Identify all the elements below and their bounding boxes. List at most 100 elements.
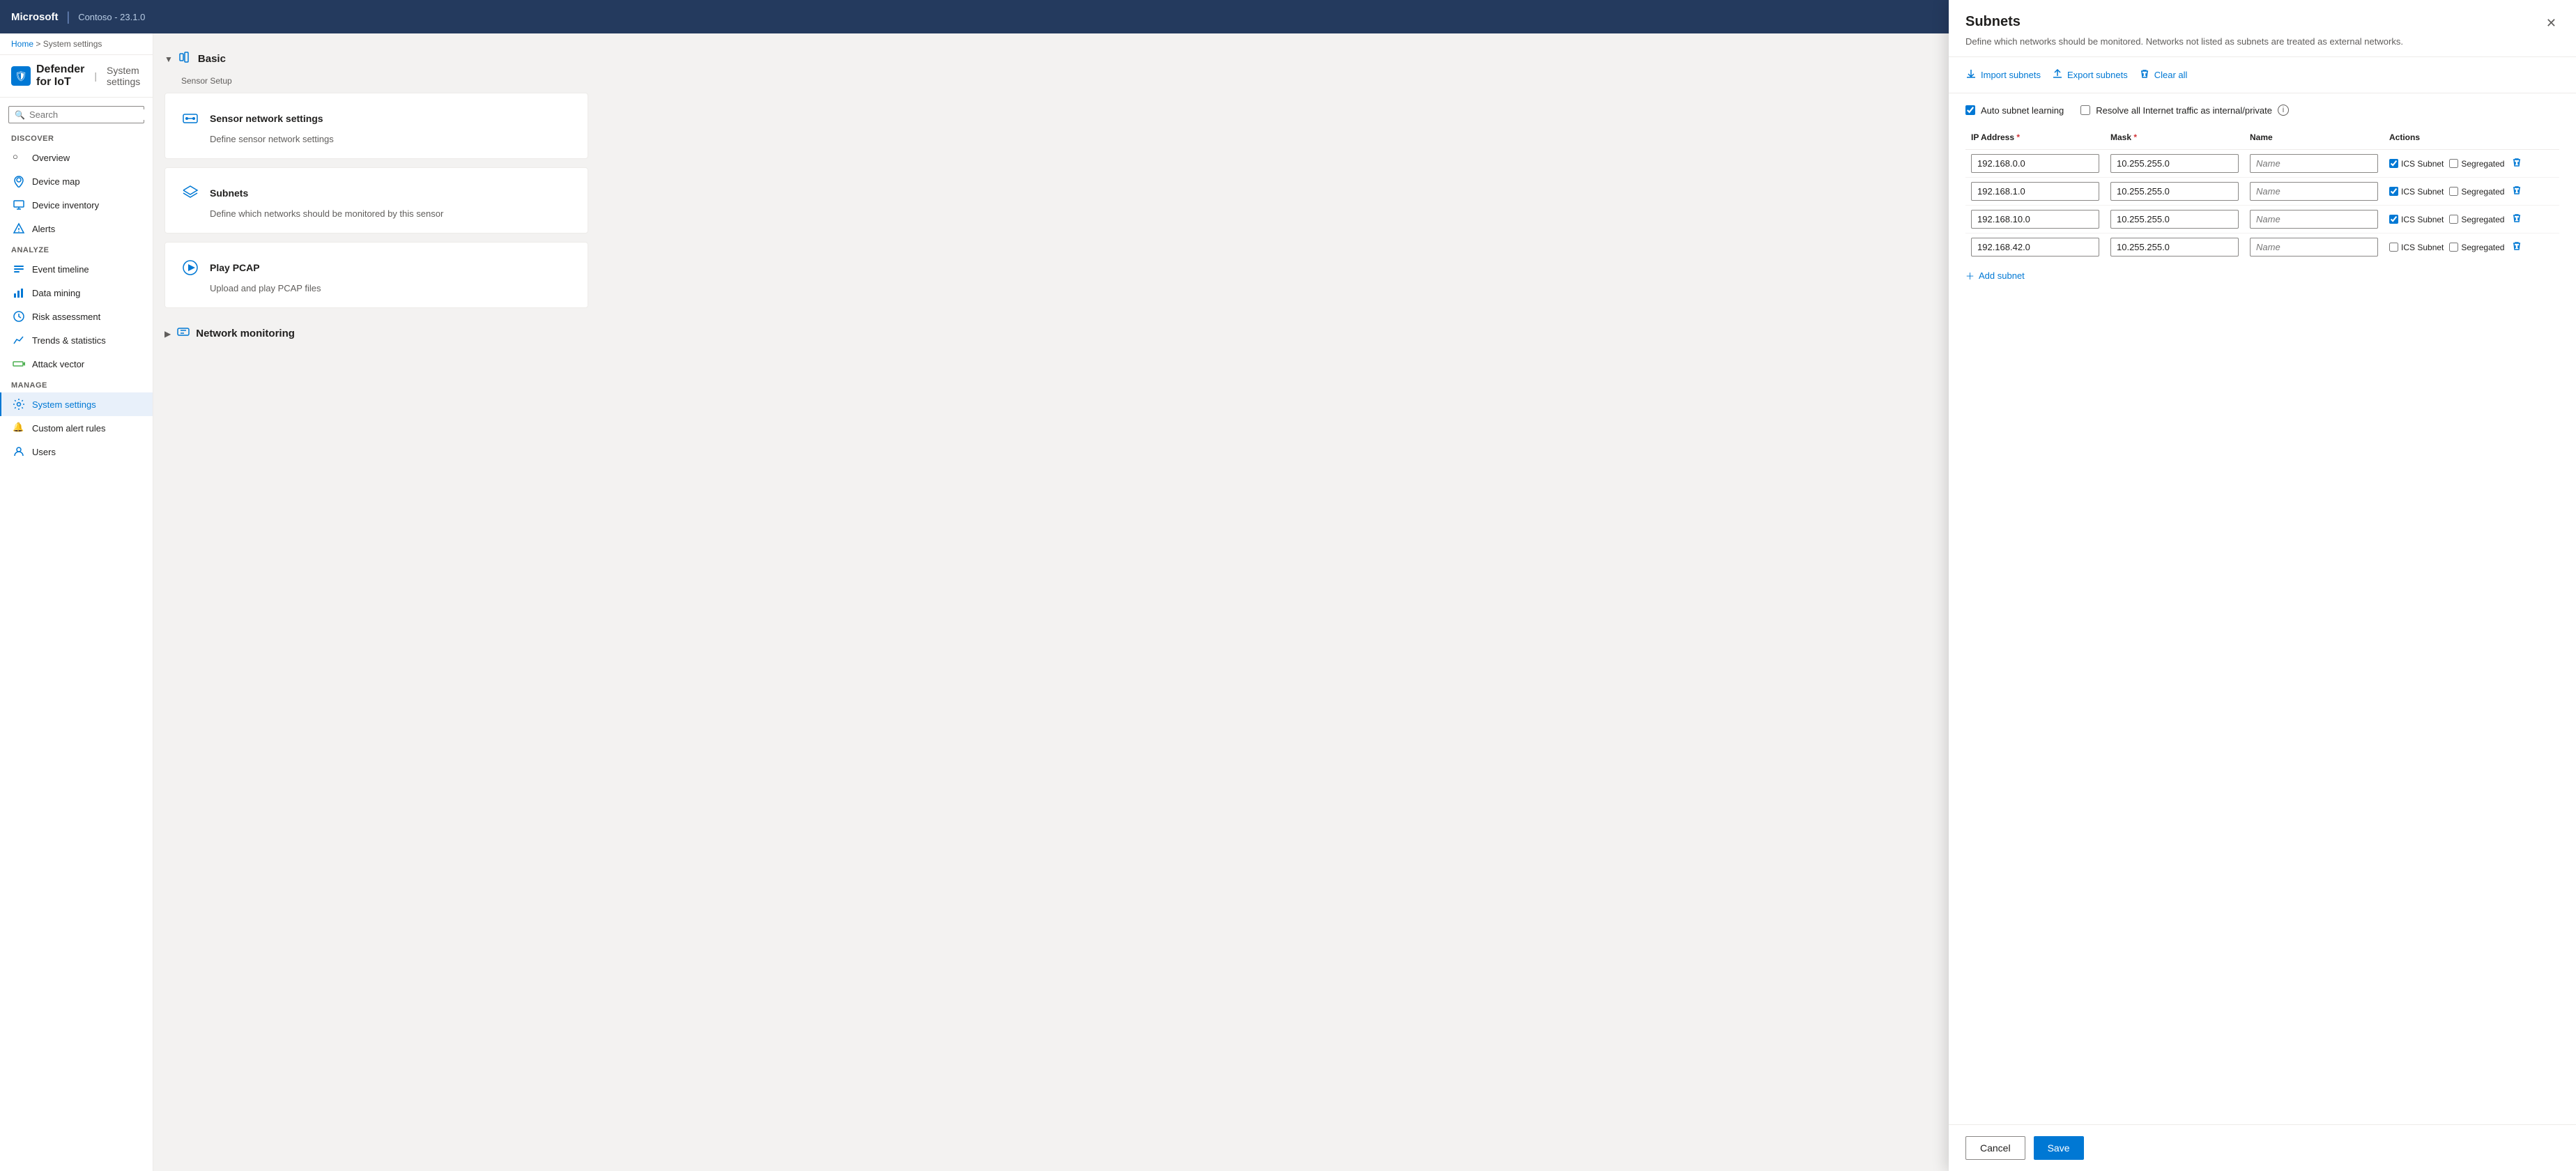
ip-input[interactable] [1971,154,2099,173]
basic-section-header[interactable]: ▼ Basic [164,45,588,76]
auto-subnet-learning-checkbox[interactable]: Auto subnet learning [1965,105,2064,116]
subnets-card[interactable]: Subnets Define which networks should be … [164,167,588,234]
sidebar-item-overview[interactable]: ○ Overview [0,146,153,169]
sidebar-item-label: Risk assessment [32,312,100,322]
resolve-internet-traffic-checkbox[interactable]: Resolve all Internet traffic as internal… [2080,105,2289,116]
panel-desc: Define which networks should be monitore… [1965,36,2559,47]
basic-section-icon [178,50,192,68]
sensor-network-settings-card[interactable]: Sensor network settings Define sensor ne… [164,93,588,159]
sidebar-item-alerts[interactable]: Alerts [0,217,153,240]
sensor-setup-label: Sensor Setup [164,76,588,93]
sidebar-item-system-settings[interactable]: System settings [0,392,153,416]
sidebar-item-data-mining[interactable]: Data mining [0,281,153,305]
search-input[interactable] [29,109,152,120]
ics-subnet-checkbox[interactable]: ICS Subnet [2389,187,2444,197]
actions-cell: ICS Subnet Segregated [2389,211,2554,228]
sidebar: Home > System settings 🛡 Defender for Io… [0,33,153,1171]
name-input[interactable] [2250,154,2378,173]
clear-all-button[interactable]: Clear all [2139,66,2188,84]
delete-row-button[interactable] [2510,155,2524,172]
segregated-checkbox[interactable]: Segregated [2449,159,2504,169]
subnets-table: IP Address Mask Name Actions ICS Subnet … [1965,127,2559,261]
import-subnets-button[interactable]: Import subnets [1965,66,2041,84]
name-input[interactable] [2250,182,2378,201]
ip-input[interactable] [1971,210,2099,229]
segregated-input[interactable] [2449,187,2458,196]
col-header-mask: Mask [2105,127,2244,150]
auto-subnet-learning-input[interactable] [1965,105,1975,115]
sidebar-item-label: Device inventory [32,200,99,211]
overview-icon: ○ [13,151,25,164]
page-title: Defender for IoT [36,63,84,89]
breadcrumb-sep: > [36,39,43,49]
sidebar-item-custom-alert-rules[interactable]: 🔔 Custom alert rules [0,416,153,440]
save-button[interactable]: Save [2034,1136,2084,1160]
mask-input[interactable] [2110,182,2239,201]
chevron-right-icon: ▶ [164,329,171,339]
export-subnets-button[interactable]: Export subnets [2052,66,2128,84]
segregated-checkbox[interactable]: Segregated [2449,215,2504,224]
play-pcap-card[interactable]: Play PCAP Upload and play PCAP files [164,242,588,308]
data-mining-icon [13,286,25,299]
sidebar-item-attack-vector[interactable]: Attack vector [0,352,153,376]
sidebar-item-device-map[interactable]: Device map [0,169,153,193]
import-icon [1965,68,1977,82]
mask-input[interactable] [2110,210,2239,229]
options-row: Auto subnet learning Resolve all Interne… [1965,105,2559,116]
sidebar-item-label: Alerts [32,224,55,234]
system-settings-icon [13,398,25,411]
breadcrumb-current: System settings [43,39,102,49]
ics-subnet-input[interactable] [2389,243,2398,252]
ics-subnet-input[interactable] [2389,159,2398,168]
panel-header: Subnets ✕ Define which networks should b… [1949,0,2576,57]
export-subnets-label: Export subnets [2067,70,2128,80]
panel-title-row: Subnets ✕ [1965,14,2559,32]
instance-label: Contoso - 23.1.0 [78,12,145,22]
sidebar-item-label: Overview [32,153,70,163]
ics-subnet-input[interactable] [2389,187,2398,196]
mask-input[interactable] [2110,154,2239,173]
ip-input[interactable] [1971,182,2099,201]
ics-subnet-input[interactable] [2389,215,2398,224]
card-header: Subnets [179,182,574,204]
risk-assessment-icon [13,310,25,323]
alerts-icon [13,222,25,235]
delete-row-button[interactable] [2510,239,2524,256]
sidebar-item-label: Data mining [32,288,80,298]
delete-row-button[interactable] [2510,211,2524,228]
cancel-button[interactable]: Cancel [1965,1136,2025,1160]
resolve-internet-traffic-input[interactable] [2080,105,2090,115]
segregated-checkbox[interactable]: Segregated [2449,187,2504,197]
sidebar-item-trends-statistics[interactable]: Trends & statistics [0,328,153,352]
panel-close-button[interactable]: ✕ [2543,14,2559,32]
breadcrumb-home[interactable]: Home [11,39,33,49]
delete-row-button[interactable] [2510,183,2524,200]
ip-input[interactable] [1971,238,2099,257]
search-box[interactable]: 🔍 [8,106,144,123]
mask-input[interactable] [2110,238,2239,257]
add-subnet-button[interactable]: ＋ Add subnet [1965,261,2025,282]
add-icon: ＋ [1965,269,1975,282]
network-monitoring-header[interactable]: ▶ Network monitoring [164,316,588,351]
play-pcap-icon [179,257,201,279]
sidebar-item-label: Device map [32,176,80,187]
segregated-input[interactable] [2449,215,2458,224]
name-input[interactable] [2250,238,2378,257]
sidebar-item-label: Attack vector [32,359,84,369]
panel-content: Auto subnet learning Resolve all Interne… [1949,93,2576,1124]
name-input[interactable] [2250,210,2378,229]
segregated-input[interactable] [2449,243,2458,252]
chevron-down-icon: ▼ [164,54,173,64]
ics-subnet-checkbox[interactable]: ICS Subnet [2389,243,2444,252]
sidebar-item-event-timeline[interactable]: Event timeline [0,257,153,281]
segregated-checkbox[interactable]: Segregated [2449,243,2504,252]
segregated-input[interactable] [2449,159,2458,168]
sidebar-item-users[interactable]: Users [0,440,153,464]
ics-subnet-checkbox[interactable]: ICS Subnet [2389,215,2444,224]
ics-subnet-checkbox[interactable]: ICS Subnet [2389,159,2444,169]
card-title: Subnets [210,187,248,199]
sidebar-item-device-inventory[interactable]: Device inventory [0,193,153,217]
info-icon[interactable]: i [2278,105,2289,116]
sidebar-item-risk-assessment[interactable]: Risk assessment [0,305,153,328]
subnets-panel: Subnets ✕ Define which networks should b… [1949,0,2576,1171]
